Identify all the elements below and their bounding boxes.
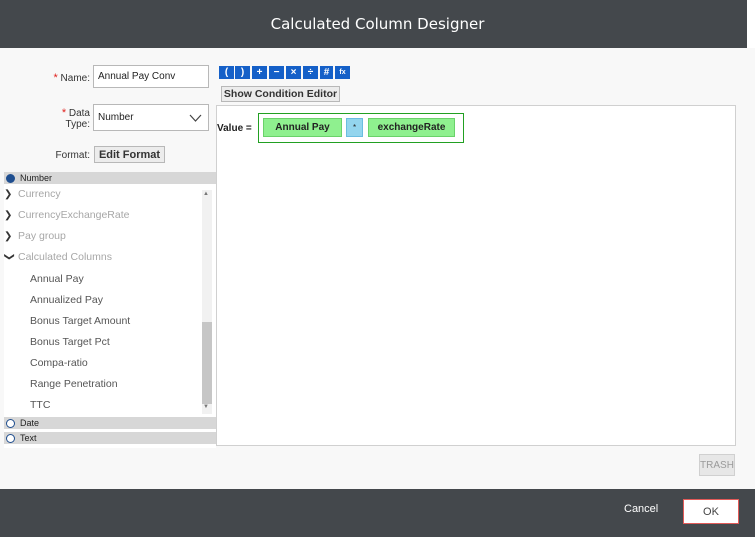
ok-button[interactable]: OK [683,499,739,524]
tree-item-annual-pay[interactable]: Annual Pay [30,273,84,285]
tree-folder-exchangerate[interactable]: ❯ CurrencyExchangeRate [4,209,129,221]
group-text-label: Text [20,433,37,443]
expression-editor[interactable] [216,105,736,446]
group-date-label: Date [20,418,40,428]
group-number[interactable]: Number [4,172,216,184]
tree-folder-calculated[interactable]: ❯ Calculated Columns [4,251,112,263]
operator-multiply[interactable]: * [346,118,363,137]
datatype-label-line2: Type: [65,119,90,130]
edit-format-button[interactable]: Edit Format [94,146,165,163]
required-mark: * [53,72,58,84]
dialog-title: Calculated Column Designer [270,15,485,33]
operand-annual-pay[interactable]: Annual Pay [263,118,342,137]
datatype-select-value: Number [98,112,134,123]
number-button[interactable]: # [320,66,333,79]
tree-item-ttc[interactable]: TTC [30,399,50,411]
value-label: Value = [217,123,252,134]
tree-item-bonus-target-amount[interactable]: Bonus Target Amount [30,315,130,327]
tree-folder-label: Currency [18,188,61,200]
group-date[interactable]: Date [4,417,216,429]
tree-scrollbar-thumb[interactable] [202,322,212,404]
operand-exchange-rate[interactable]: exchangeRate [368,118,455,137]
divide-button[interactable]: ÷ [303,66,318,79]
name-label-text: Name: [60,73,90,84]
expanded-icon [6,173,15,183]
tree-item-range-penetration[interactable]: Range Penetration [30,378,118,390]
tree-folder-label: Calculated Columns [18,251,112,263]
name-input[interactable]: Annual Pay Conv [93,65,209,88]
tree-item-bonus-target-pct[interactable]: Bonus Target Pct [30,336,110,348]
chevron-right-icon: ❯ [4,188,13,200]
group-number-label: Number [20,173,53,183]
add-button[interactable]: + [252,66,267,79]
trash-dropzone[interactable]: TRASH [699,454,735,476]
function-button[interactable]: fx [335,66,350,79]
name-input-value: Annual Pay Conv [98,71,176,82]
open-paren-button[interactable]: ( [219,66,234,79]
scroll-up-arrow-icon[interactable]: ▲ [203,191,209,197]
tree-folder-label: Pay group [18,230,66,242]
tree-folder-paygroup[interactable]: ❯ Pay group [4,230,66,242]
cancel-button[interactable]: Cancel [624,503,658,515]
tree-folder-currency[interactable]: ❯ Currency [4,188,61,200]
close-paren-button[interactable]: ) [235,66,250,79]
scroll-down-arrow-icon[interactable]: ▼ [203,404,209,410]
chevron-down-icon: ❯ [3,252,15,261]
required-mark: * [61,107,67,119]
group-text[interactable]: Text [4,432,216,444]
expression-box[interactable]: Annual Pay * exchangeRate [258,113,464,143]
name-label: * Name: [44,72,90,84]
chevron-right-icon: ❯ [4,209,13,221]
collapsed-icon [6,433,15,443]
chevron-right-icon: ❯ [4,230,13,242]
tree-folder-label: CurrencyExchangeRate [18,209,130,221]
chevron-down-icon [189,114,202,122]
format-label: Format: [55,150,90,161]
datatype-select[interactable]: Number [93,104,209,131]
collapsed-icon [6,418,15,428]
datatype-label: * Data Type: [50,107,90,131]
tree-item-compa-ratio[interactable]: Compa-ratio [30,357,88,369]
multiply-button[interactable]: × [286,66,301,79]
show-condition-editor-button[interactable]: Show Condition Editor [221,86,340,102]
dialog-titlebar: Calculated Column Designer [0,0,755,48]
titlebar-edge [747,0,755,48]
subtract-button[interactable]: − [269,66,284,79]
datatype-label-line1: Data [68,108,90,119]
tree-item-annualized-pay[interactable]: Annualized Pay [30,294,103,306]
